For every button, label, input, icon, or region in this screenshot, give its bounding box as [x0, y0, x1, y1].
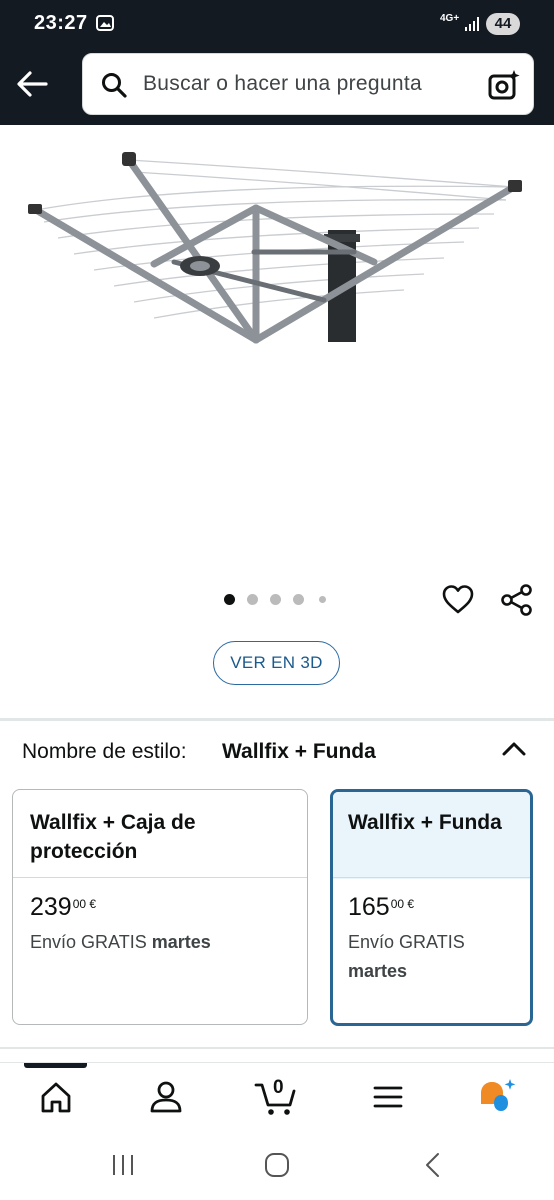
app-header: Buscar o hacer una pregunta [0, 50, 554, 125]
screenshot-notification-icon [96, 15, 114, 31]
carousel-dot[interactable] [319, 596, 326, 603]
battery-icon: 44 [486, 13, 520, 35]
carousel-dot[interactable] [224, 594, 235, 605]
system-navigation-bar [0, 1132, 554, 1200]
network-type: 4G+ [440, 13, 460, 24]
shipping-day: martes [151, 932, 211, 952]
account-icon[interactable] [146, 1077, 186, 1117]
product-image[interactable] [24, 142, 530, 352]
style-option-card-selected[interactable]: Wallfix + Funda 16500 € Envío GRATIS mart… [330, 789, 533, 1026]
option-divider [13, 877, 307, 878]
active-tab-indicator [24, 1063, 87, 1068]
rufus-ai-icon[interactable] [478, 1077, 518, 1117]
price-currency: € [89, 897, 97, 911]
signal-icon [465, 17, 479, 31]
back-arrow-icon[interactable] [14, 66, 50, 102]
option-title: Wallfix + Caja de protección [30, 811, 196, 863]
cart-count: 0 [273, 1077, 284, 1098]
carousel-dot[interactable] [293, 594, 304, 605]
option-shipping: Envío GRATIS martes [348, 928, 498, 986]
carousel-dot[interactable] [270, 594, 281, 605]
shipping-prefix: Envío GRATIS [30, 932, 147, 952]
search-bar[interactable]: Buscar o hacer una pregunta [82, 53, 534, 115]
price-whole: 239 [30, 893, 72, 921]
section-divider [0, 718, 554, 721]
heart-icon[interactable] [441, 583, 475, 617]
status-time: 23:27 [34, 12, 88, 34]
option-shipping: Envío GRATIS martes [30, 928, 293, 957]
option-price: 23900 € [30, 893, 96, 922]
style-name-label: Nombre de estilo: [22, 740, 187, 763]
shipping-prefix: Envío GRATIS [348, 932, 465, 952]
search-icon [102, 73, 127, 98]
camera-search-icon[interactable] [487, 68, 521, 102]
cart-button[interactable]: 0 [254, 1077, 300, 1117]
shipping-day: martes [348, 961, 408, 981]
style-option-card[interactable]: Wallfix + Caja de protección 23900 € Env… [12, 789, 308, 1025]
menu-icon[interactable] [368, 1077, 408, 1117]
home-icon[interactable] [36, 1077, 76, 1117]
home-button-icon[interactable] [262, 1150, 292, 1180]
option-divider [333, 877, 530, 878]
price-cents: 00 [390, 897, 405, 911]
chevron-up-icon[interactable] [500, 736, 528, 760]
share-icon[interactable] [500, 583, 534, 617]
view-in-3d-button[interactable]: VER EN 3D [213, 641, 340, 685]
style-name-value: Wallfix + Funda [222, 740, 376, 763]
section-divider [0, 1047, 554, 1049]
recent-apps-icon[interactable] [108, 1150, 138, 1180]
price-whole: 165 [348, 893, 390, 921]
search-placeholder: Buscar o hacer una pregunta [143, 72, 422, 95]
system-back-icon[interactable] [418, 1150, 448, 1180]
price-cents: 00 [72, 897, 87, 911]
bottom-navigation: 0 [0, 1062, 554, 1133]
carousel-dot[interactable] [247, 594, 258, 605]
option-price: 16500 € [348, 893, 414, 922]
price-currency: € [407, 897, 415, 911]
status-bar: 23:27 4G+ 44 [0, 0, 554, 50]
option-title: Wallfix + Funda [348, 811, 502, 834]
